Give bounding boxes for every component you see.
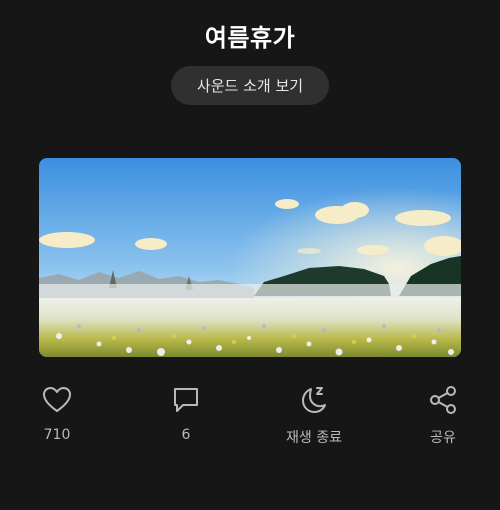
sleep-timer-button[interactable]: 재생 종료	[274, 383, 354, 447]
share-label: 공유	[430, 430, 456, 446]
share-button[interactable]: 공유	[403, 383, 483, 447]
action-bar: 710 6 재생 종료 공유	[0, 383, 500, 453]
heart-icon	[40, 383, 74, 417]
like-count: 710	[43, 427, 71, 443]
comment-button[interactable]: 6	[146, 383, 226, 443]
sound-intro-button[interactable]: 사운드 소개 보기	[171, 66, 329, 105]
comment-count: 6	[181, 427, 191, 443]
page-title: 여름휴가	[204, 24, 296, 52]
sleep-timer-label: 재생 종료	[286, 430, 342, 446]
moon-zzz-icon	[297, 383, 331, 417]
like-button[interactable]: 710	[17, 383, 97, 443]
meadow-landscape-image	[39, 158, 461, 357]
comment-icon	[169, 383, 203, 417]
cover-artwork	[39, 158, 461, 357]
share-icon	[426, 383, 460, 417]
player-screen: 여름휴가 사운드 소개 보기 710 6 재생 종료 공유	[0, 0, 500, 510]
